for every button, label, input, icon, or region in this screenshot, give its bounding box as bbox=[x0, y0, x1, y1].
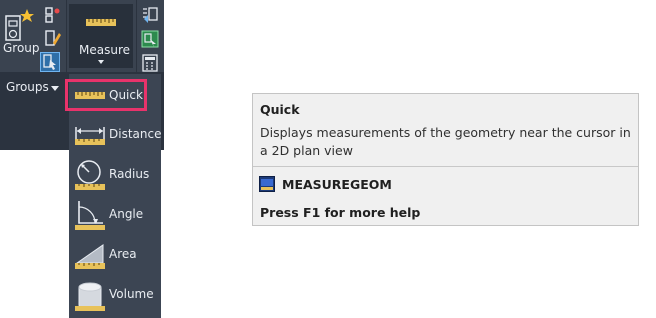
quick-select-icon[interactable] bbox=[141, 30, 159, 48]
menu-item-distance[interactable]: Distance bbox=[69, 115, 161, 155]
ruler-icon bbox=[86, 19, 116, 26]
tooltip-title: Quick bbox=[260, 102, 300, 117]
distance-icon bbox=[75, 127, 105, 145]
tooltip-command: MEASUREGEOM bbox=[282, 177, 392, 192]
angle-icon bbox=[75, 201, 105, 230]
tooltip-divider bbox=[253, 166, 638, 167]
panel-separator bbox=[66, 0, 67, 72]
volume-icon bbox=[75, 282, 105, 311]
menu-item-label: Radius bbox=[109, 167, 150, 181]
radius-icon bbox=[75, 160, 105, 190]
ungroup-icon[interactable] bbox=[44, 6, 62, 24]
menu-item-volume[interactable]: Volume bbox=[69, 275, 161, 315]
tooltip-help: Press F1 for more help bbox=[260, 205, 421, 220]
groups-label: Groups bbox=[6, 80, 49, 94]
menu-item-label: Area bbox=[109, 247, 137, 261]
menu-item-label: Distance bbox=[109, 127, 162, 141]
menu-item-label: Angle bbox=[109, 207, 144, 221]
group-icon bbox=[5, 9, 34, 41]
chevron-down-icon bbox=[51, 86, 59, 91]
group-button[interactable] bbox=[2, 4, 38, 64]
measure-button[interactable]: Measure bbox=[69, 4, 133, 68]
tooltip: Quick Displays measurements of the geome… bbox=[252, 93, 639, 226]
measure-label: Measure bbox=[79, 43, 130, 57]
area-icon bbox=[75, 244, 105, 269]
chevron-down-icon bbox=[98, 60, 104, 64]
menu-item-radius[interactable]: Radius bbox=[69, 155, 161, 195]
menu-item-label: Volume bbox=[109, 287, 154, 301]
calculator-icon[interactable] bbox=[142, 54, 158, 72]
command-icon bbox=[259, 176, 275, 192]
menu-item-angle[interactable]: Angle bbox=[69, 195, 161, 235]
group-label: Group bbox=[3, 41, 40, 55]
group-select-icon[interactable] bbox=[40, 52, 60, 72]
menu-item-area[interactable]: Area bbox=[69, 235, 161, 275]
tooltip-description: Displays measurements of the geometry ne… bbox=[260, 125, 631, 158]
list-icon[interactable] bbox=[141, 6, 159, 24]
quick-highlight-box bbox=[65, 79, 147, 111]
group-edit-icon[interactable] bbox=[44, 29, 62, 47]
panel-separator bbox=[136, 0, 137, 72]
